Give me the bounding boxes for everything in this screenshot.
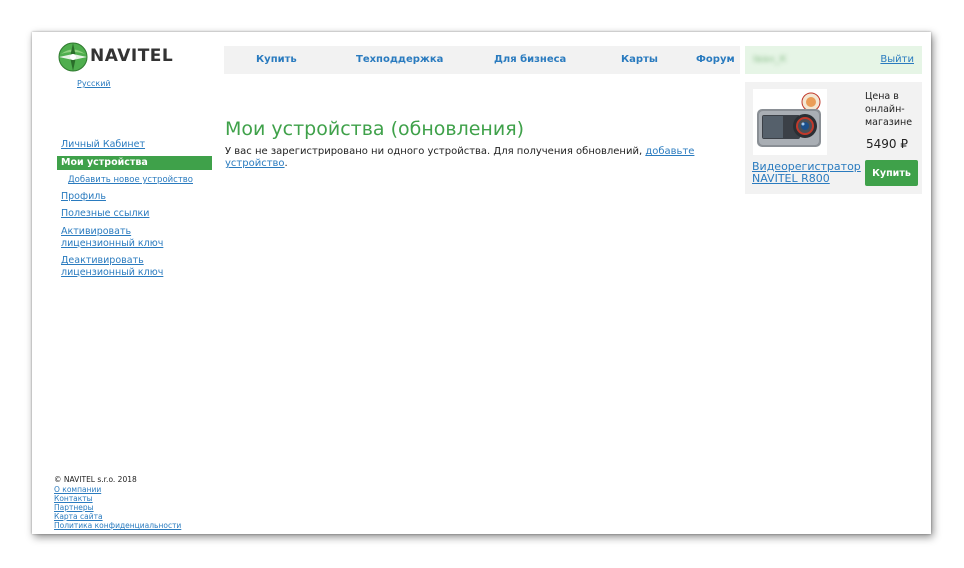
language-link[interactable]: Русский bbox=[77, 79, 111, 88]
sidebar-item-activate-key[interactable]: Активировать лицензионный ключ bbox=[61, 226, 193, 249]
top-nav: Купить Техподдержка Для бизнеса Карты Фо… bbox=[224, 46, 740, 74]
footer-link-privacy[interactable]: Политика конфиденциальности bbox=[54, 521, 181, 530]
nav-forum[interactable]: Форум bbox=[696, 46, 735, 74]
sidebar-item-useful-links[interactable]: Полезные ссылки bbox=[61, 208, 211, 220]
no-devices-message: У вас не зарегистрировано ни одного устр… bbox=[225, 146, 715, 170]
sidebar-item-my-devices[interactable]: Мои устройства (обновления) bbox=[57, 156, 212, 182]
sidebar-item-profile[interactable]: Профиль bbox=[61, 191, 211, 203]
message-end: . bbox=[284, 158, 288, 169]
message-text: У вас не зарегистрировано ни одного устр… bbox=[225, 146, 646, 157]
nav-buy[interactable]: Купить bbox=[256, 46, 297, 74]
logout-link[interactable]: Выйти bbox=[880, 54, 914, 65]
username[interactable]: Іван_К bbox=[753, 54, 787, 65]
dashcam-image[interactable] bbox=[753, 89, 827, 155]
footer-link-partners[interactable]: Партнеры bbox=[54, 503, 94, 512]
sidebar-item-account[interactable]: Личный Кабинет bbox=[61, 139, 211, 151]
nav-support[interactable]: Техподдержка bbox=[356, 46, 443, 74]
product-price: 5490 ₽ bbox=[866, 137, 908, 151]
footer-link-about[interactable]: О компании bbox=[54, 485, 101, 494]
nav-maps[interactable]: Карты bbox=[621, 46, 658, 74]
sidebar-item-add-device[interactable]: Добавить новое устройство bbox=[68, 175, 218, 187]
user-box: Іван_К Выйти bbox=[745, 46, 922, 74]
footer-link-contacts[interactable]: Контакты bbox=[54, 494, 93, 503]
price-label: Цена в онлайн-магазине bbox=[865, 91, 913, 128]
nav-business[interactable]: Для бизнеса bbox=[494, 46, 566, 74]
product-link[interactable]: Видеорегистратор NAVITEL R800 bbox=[752, 161, 862, 185]
sidebar-item-deactivate-key[interactable]: Деактивировать лицензионный ключ bbox=[61, 255, 206, 278]
logo-text: NAVITEL bbox=[90, 46, 174, 66]
buy-button[interactable]: Купить bbox=[865, 160, 918, 186]
page-title: Мои устройства (обновления) bbox=[225, 118, 525, 140]
footer-link-sitemap[interactable]: Карта сайта bbox=[54, 512, 103, 521]
copyright: © NAVITEL s.r.o. 2018 bbox=[54, 475, 137, 484]
